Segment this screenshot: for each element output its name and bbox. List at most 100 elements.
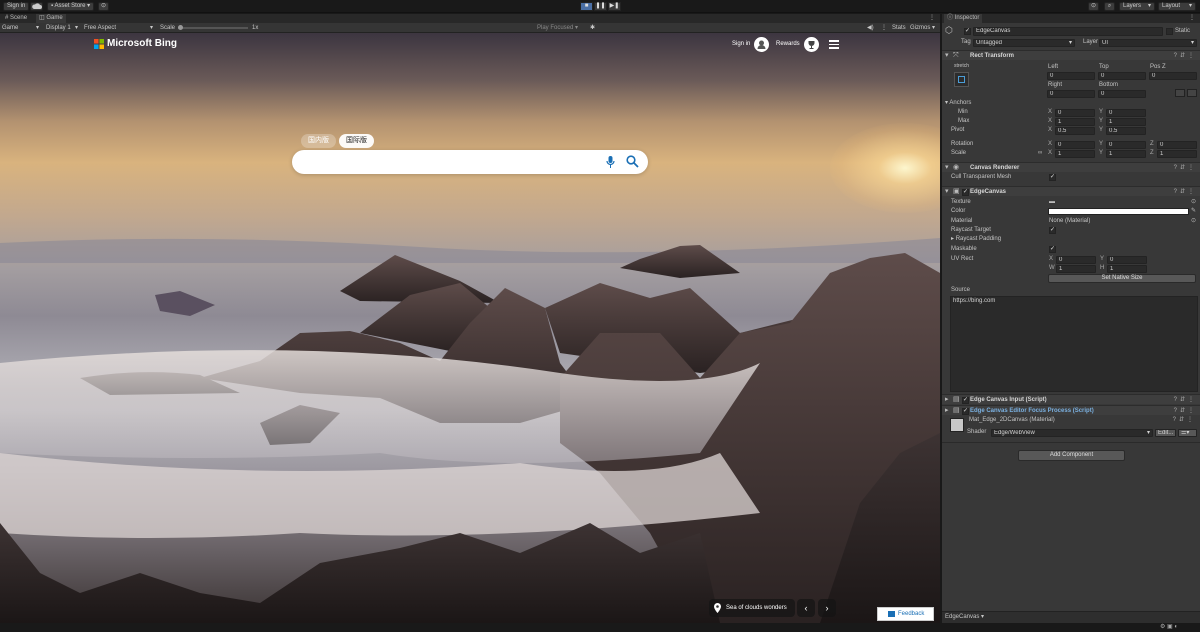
object-picker-icon[interactable]: ⊙ [1191,217,1196,226]
add-component-button[interactable]: Add Component [1018,450,1125,461]
history-right-icon[interactable]: ⊙ [1088,2,1099,11]
tab-game[interactable]: ◫ Game [36,14,66,23]
component-menu-icons[interactable]: ?⇵⋮ [1174,163,1197,173]
search-icon[interactable] [626,155,639,168]
blueprint-mode-icon[interactable] [1175,89,1185,97]
pivot-y-field[interactable]: 0.5 [1106,127,1146,135]
edge-canvas-editor-focus-header[interactable]: ▸ ▤ ✓ Edge Canvas Editor Focus Process (… [942,405,1200,415]
eyedropper-icon[interactable]: ✎ [1191,207,1196,216]
bug-icon[interactable]: ✱ [590,23,595,33]
display-dropdown[interactable]: Display 1 ▾ [46,23,80,33]
history-icon[interactable]: ⊙ [98,2,109,11]
layout-dropdown[interactable]: Layout ▾ [1158,2,1196,11]
layer-dropdown[interactable]: UI ▾ [1099,39,1197,47]
uv-w-field[interactable]: 1 [1056,265,1096,273]
scale-slider[interactable] [178,25,248,30]
material-menu-icons[interactable]: ?⇵⋮ [1173,416,1196,425]
static-checkbox[interactable] [1166,28,1173,35]
bottom-field[interactable]: 0 [1098,90,1146,98]
source-text-area[interactable]: https://bing.com [950,296,1198,392]
constrain-proportions-icon[interactable]: ∞ [1038,149,1042,158]
bing-sign-in-button[interactable]: Sign in [732,37,769,52]
display-mode-dropdown[interactable]: Game ▾ [2,23,42,33]
edge-canvas-header[interactable]: ▾ ▣ ✓ EdgeCanvas ?⇵⋮ [942,186,1200,196]
search-icon[interactable]: ⌕ [1104,2,1115,11]
tab-international[interactable]: 国际版 [339,134,374,148]
audio-icon[interactable]: ◀) [867,23,874,33]
anchor-max-y-field[interactable]: 1 [1106,118,1146,126]
right-field[interactable]: 0 [1047,90,1095,98]
bing-logo[interactable]: Microsoft Bing [94,38,194,50]
anchor-max-x-field[interactable]: 1 [1055,118,1095,126]
search-input[interactable] [304,155,594,169]
object-name-field[interactable]: EdgeCanvas [973,27,1163,36]
raycast-padding-foldout[interactable]: ▸ Raycast Padding [951,235,1001,244]
uv-x-field[interactable]: 0 [1056,256,1096,264]
inspector-footer-dropdown[interactable]: EdgeCanvas ▾ [945,613,984,622]
sign-in-button[interactable]: Sign in [3,2,30,11]
rotation-z-field[interactable]: 0 [1157,141,1197,149]
scale-slider-handle[interactable] [178,25,183,30]
layers-dropdown[interactable]: Layers ▾ [1119,2,1155,11]
scale-x-field[interactable]: 1 [1055,150,1095,158]
object-picker-icon[interactable]: ⊙ [1191,198,1196,207]
shader-edit-button[interactable]: Edit... [1155,429,1176,437]
pause-button[interactable]: ❚❚ [594,2,607,11]
rotation-y-field[interactable]: 0 [1106,141,1146,149]
anchors-label[interactable]: ▾ Anchors [945,99,971,108]
raw-edit-icon[interactable] [1187,89,1197,97]
search-box[interactable] [292,150,648,174]
stats-button[interactable]: Stats [892,23,906,33]
anchor-presets-button[interactable] [954,72,969,87]
component-menu-icons[interactable]: ?⇵⋮ [1174,395,1197,405]
more-options-icon[interactable]: ⋮ [926,14,938,23]
component-menu-icons[interactable]: ?⇵⋮ [1174,51,1197,61]
active-checkbox[interactable]: ✓ [964,28,971,35]
shader-options-button[interactable]: ☰▾ [1178,429,1197,437]
scale-y-field[interactable]: 1 [1106,150,1146,158]
feedback-button[interactable]: Feedback [877,607,934,621]
image-caption-button[interactable]: Sea of clouds wonders [709,599,795,617]
previous-image-button[interactable]: ‹ [797,599,815,617]
maskable-checkbox[interactable]: ✓ [1049,246,1056,253]
set-native-size-button[interactable]: Set Native Size [1048,274,1196,283]
rect-transform-header[interactable]: ▾ ⤧ Rect Transform ?⇵⋮ [942,50,1200,60]
gizmos-button[interactable]: Gizmos ▾ [910,23,935,33]
asset-store-button[interactable]: ▪ Asset Store ▾ [47,2,95,11]
canvas-renderer-header[interactable]: ▾ ◉ Canvas Renderer ?⇵⋮ [942,162,1200,172]
uv-h-field[interactable]: 1 [1107,265,1147,273]
play-button[interactable]: ■ [580,2,593,11]
component-menu-icons[interactable]: ?⇵⋮ [1174,187,1197,197]
more-options-icon[interactable]: ⋮ [1186,14,1198,23]
tab-inspector[interactable]: ⓘ Inspector [944,14,983,23]
edge-canvas-editor-focus-checkbox[interactable]: ✓ [962,408,969,415]
posz-field[interactable]: 0 [1149,72,1197,80]
rotation-x-field[interactable]: 0 [1055,141,1095,149]
top-field[interactable]: 0 [1098,72,1146,80]
play-focused-dropdown[interactable]: Play Focused ▾ [537,23,578,33]
anchor-min-y-field[interactable]: 0 [1106,109,1146,117]
cull-transparent-mesh-checkbox[interactable]: ✓ [1049,174,1056,181]
color-swatch[interactable] [1048,208,1189,215]
tab-scene[interactable]: # Scene [2,14,30,23]
next-image-button[interactable]: › [818,599,836,617]
hamburger-menu-icon[interactable] [829,40,839,49]
shader-dropdown[interactable]: Edge/WebView ▾ [991,429,1153,437]
pivot-x-field[interactable]: 0.5 [1055,127,1095,135]
edge-canvas-enabled-checkbox[interactable]: ✓ [962,189,969,196]
uv-y-field[interactable]: 0 [1107,256,1147,264]
anchor-min-x-field[interactable]: 0 [1055,109,1095,117]
status-icons[interactable]: ⚙ ▣ ◐ [1160,623,1178,632]
microphone-icon[interactable] [606,156,615,168]
aspect-dropdown[interactable]: Free Aspect ▾ [84,23,156,33]
rewards-button[interactable]: Rewards [776,37,819,52]
material-field[interactable]: None (Material) [1049,217,1090,226]
cloud-icon[interactable] [30,2,43,11]
step-button[interactable]: ▶❚ [608,2,621,11]
edge-canvas-input-checkbox[interactable]: ✓ [962,397,969,404]
raycast-target-checkbox[interactable]: ✓ [1049,227,1056,234]
tag-dropdown[interactable]: Untagged ▾ [973,39,1075,47]
left-field[interactable]: 0 [1047,72,1095,80]
component-menu-icons[interactable]: ?⇵⋮ [1174,406,1197,416]
edge-canvas-input-header[interactable]: ▸ ▤ ✓ Edge Canvas Input (Script) ?⇵⋮ [942,394,1200,404]
